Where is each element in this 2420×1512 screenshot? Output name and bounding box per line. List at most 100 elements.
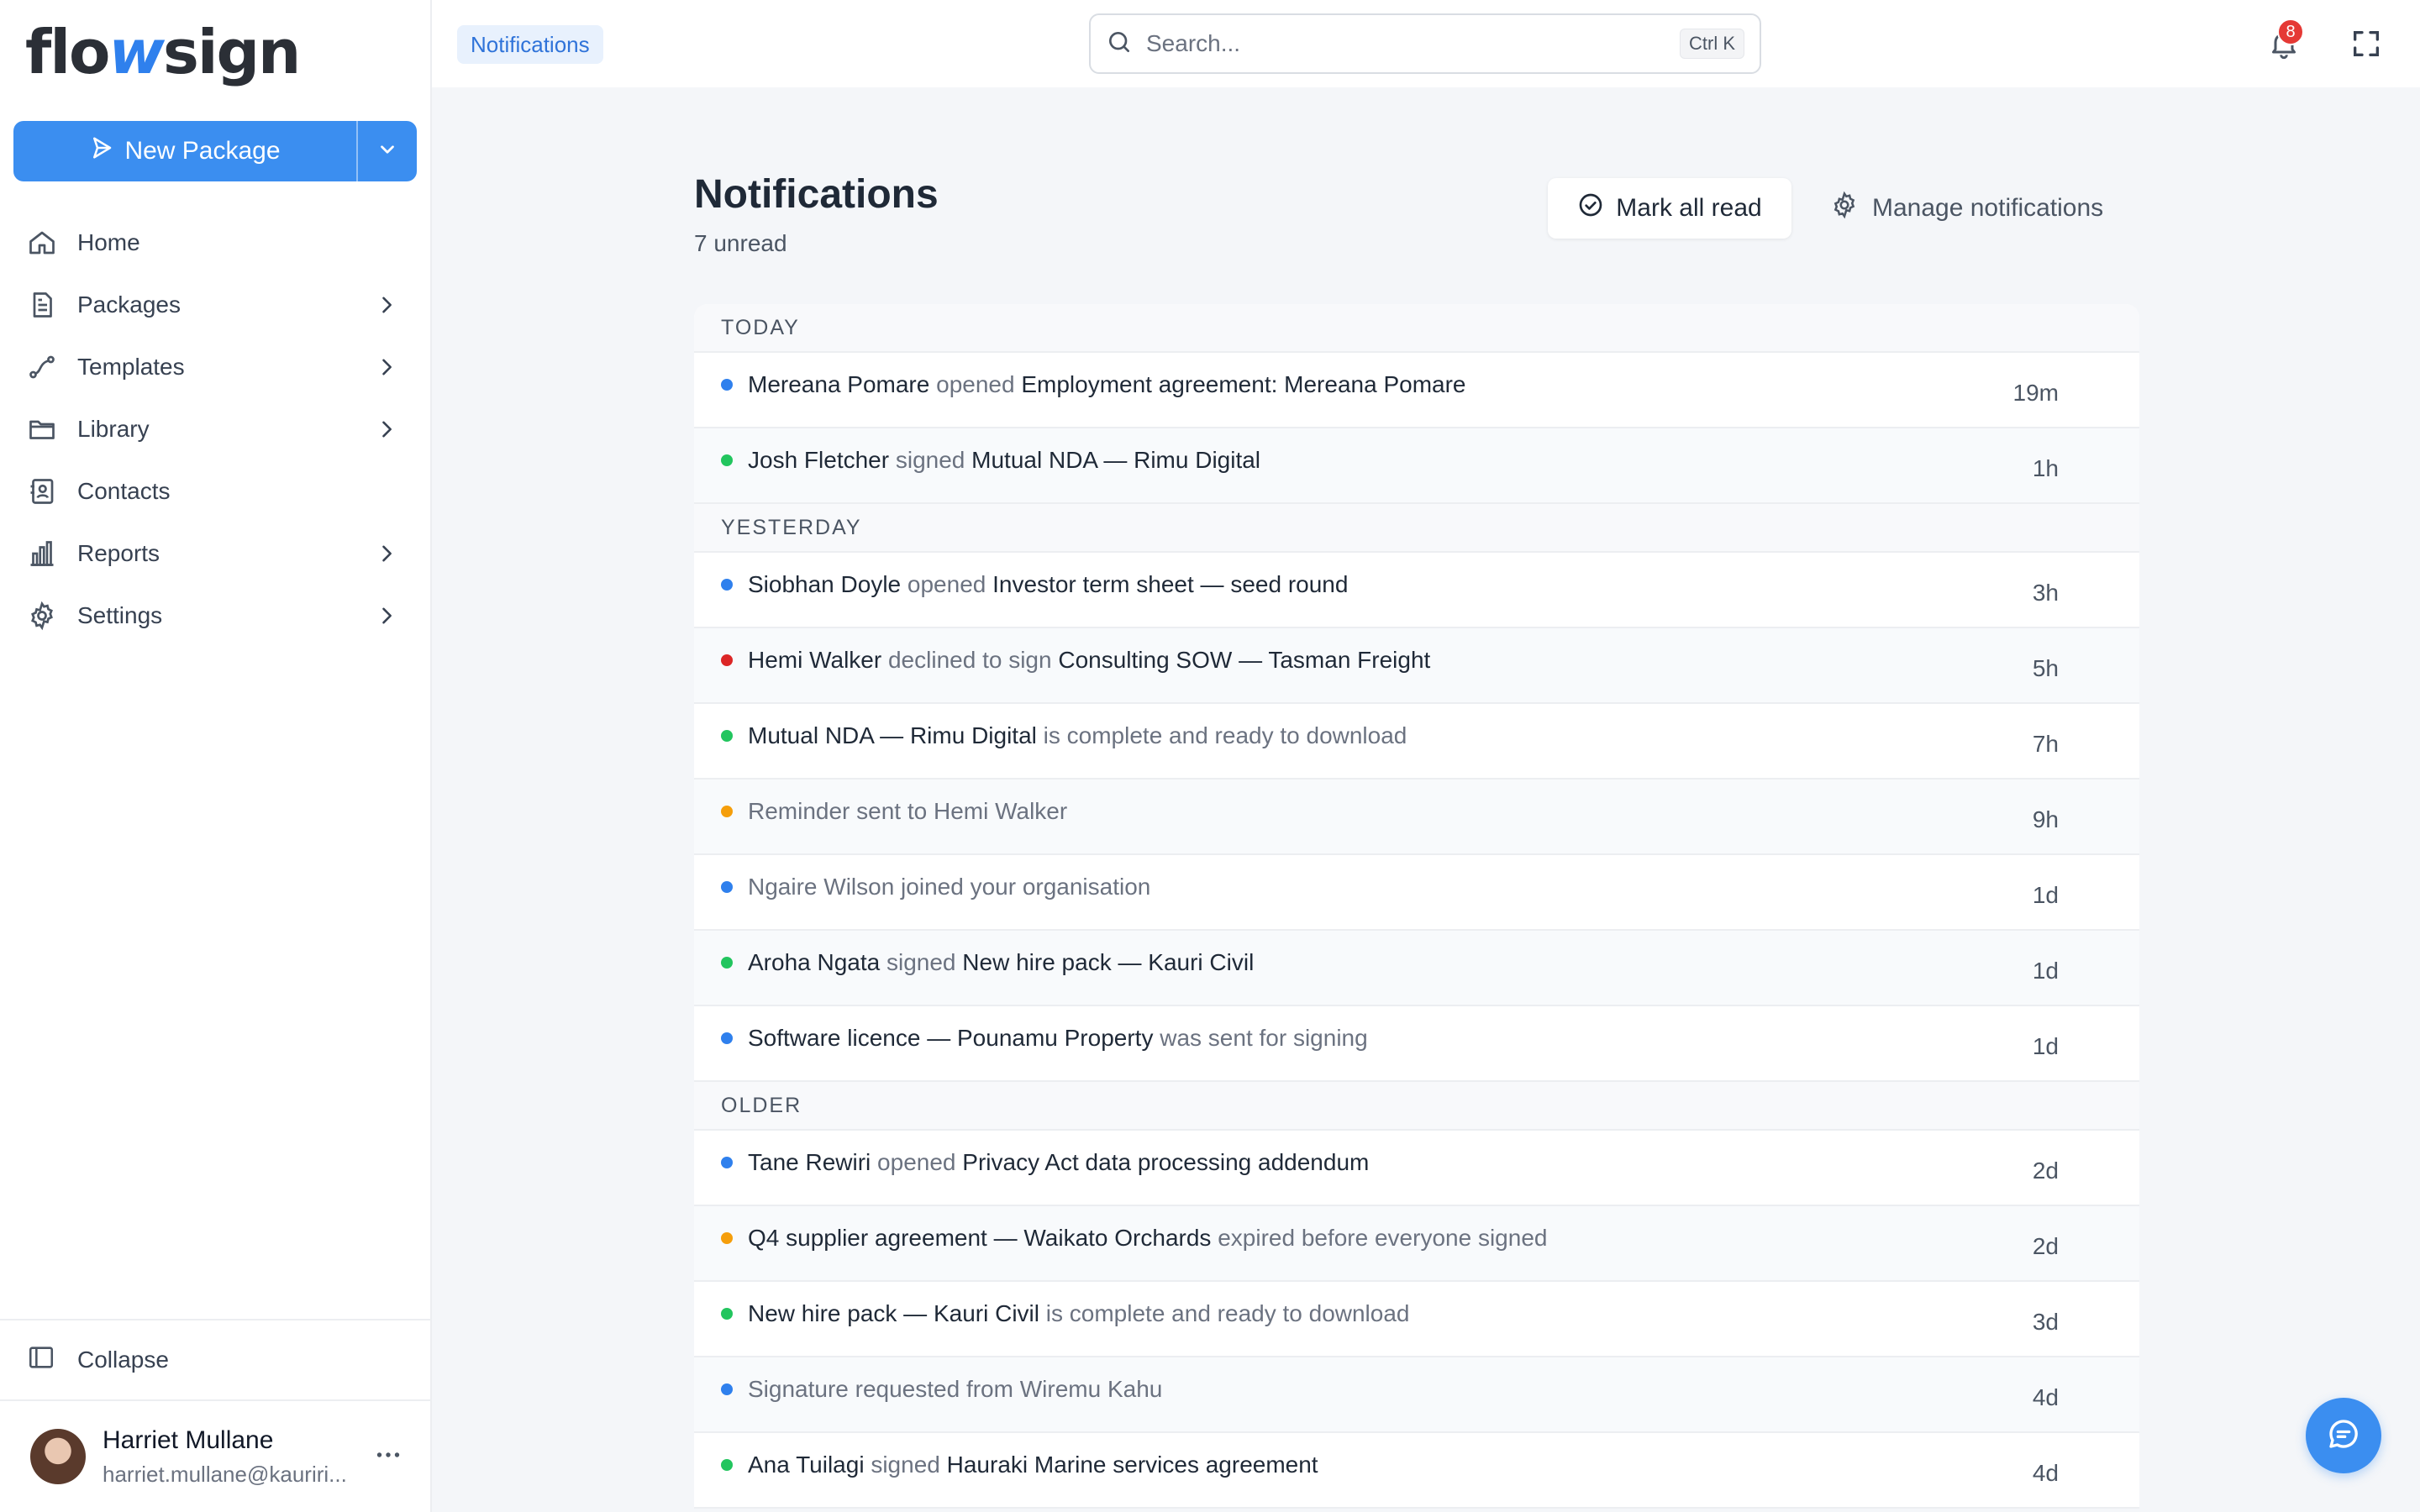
contacts-icon bbox=[27, 476, 57, 507]
group-header-older: OLDER bbox=[694, 1082, 2139, 1131]
notification-text: New hire pack — Kauri Civil is complete … bbox=[748, 1300, 2008, 1327]
status-dot bbox=[721, 1032, 733, 1044]
user-profile[interactable]: Harriet Mullane harriet.mullane@kauriri.… bbox=[0, 1399, 432, 1512]
notification-text-part: signed bbox=[889, 447, 972, 473]
sidebar-nav: Home Packages Templates Library Contacts Repo… bbox=[0, 212, 432, 647]
notification-text-part: Tane Rewiri bbox=[748, 1149, 871, 1175]
notification-text-part: Signature requested from Wiremu Kahu bbox=[748, 1376, 1163, 1402]
sidebar-item-label: Packages bbox=[77, 291, 181, 318]
status-dot bbox=[721, 1232, 733, 1244]
chat-bubble-icon bbox=[2327, 1417, 2360, 1455]
sidebar-item-templates[interactable]: Templates bbox=[0, 336, 432, 398]
chat-support-button[interactable] bbox=[2306, 1398, 2381, 1473]
mark-all-read-button[interactable]: Mark all read bbox=[1548, 178, 1791, 239]
sidebar-item-library[interactable]: Library bbox=[0, 398, 432, 460]
notification-row[interactable]: Q4 supplier agreement — Waikato Orchards… bbox=[694, 1206, 2139, 1282]
sidebar-item-settings[interactable]: Settings bbox=[0, 585, 432, 647]
notification-text-part: Q4 supplier agreement — Waikato Orchards bbox=[748, 1225, 1212, 1251]
flowsign-logo[interactable]: flowsign bbox=[25, 17, 301, 87]
collapse-sidebar-button[interactable]: Collapse bbox=[0, 1319, 432, 1399]
notification-text: Siobhan Doyle opened Investor term sheet… bbox=[748, 571, 2008, 598]
notification-row[interactable]: Aroha Ngata signed New hire pack — Kauri… bbox=[694, 931, 2139, 1006]
notification-text-part: Ana Tuilagi bbox=[748, 1452, 865, 1478]
new-package-label: New Package bbox=[124, 137, 281, 165]
notification-text-part: Mereana Pomare bbox=[748, 371, 930, 397]
logo-text-accent: w bbox=[108, 17, 165, 87]
search-input[interactable] bbox=[1146, 30, 1680, 57]
check-circle-icon bbox=[1577, 192, 1604, 225]
notification-time: 2d bbox=[2032, 1233, 2059, 1259]
notification-text-part: opened bbox=[901, 571, 993, 597]
gear-icon bbox=[1830, 191, 1859, 226]
notification-text: Software licence — Pounamu Property was … bbox=[748, 1025, 2008, 1052]
manage-notifications-label: Manage notifications bbox=[1872, 194, 2104, 222]
breadcrumb[interactable]: Notifications bbox=[457, 25, 603, 64]
send-icon bbox=[89, 135, 114, 167]
notification-row[interactable]: Josh Fletcher signed Mutual NDA — Rimu D… bbox=[694, 428, 2139, 504]
notification-text-part: was sent for signing bbox=[1153, 1025, 1368, 1051]
new-package-dropdown-button[interactable] bbox=[356, 121, 417, 181]
sidebar-item-label: Home bbox=[77, 229, 140, 255]
folder-icon bbox=[27, 414, 57, 444]
notification-time: 4d bbox=[2032, 1460, 2059, 1486]
notification-text-part: Software licence — Pounamu Property bbox=[748, 1025, 1154, 1051]
home-icon bbox=[27, 228, 57, 258]
status-dot bbox=[721, 881, 733, 893]
sidebar-item-contacts[interactable]: Contacts bbox=[0, 460, 432, 522]
notification-text-part: Mutual NDA — Rimu Digital bbox=[748, 722, 1037, 748]
notification-row[interactable]: New hire pack — Kauri Civil is complete … bbox=[694, 1282, 2139, 1357]
chevron-right-icon bbox=[375, 542, 398, 565]
notification-text-part: declined to sign bbox=[881, 647, 1059, 673]
status-dot bbox=[721, 1308, 733, 1320]
notification-text: Ana Tuilagi signed Hauraki Marine servic… bbox=[748, 1452, 2008, 1478]
notification-text: Signature requested from Wiremu Kahu bbox=[748, 1376, 2008, 1403]
notification-row[interactable]: Ngaire Wilson joined your organisation 1d bbox=[694, 855, 2139, 931]
notification-row[interactable]: Mutual NDA — Rimu Digital is complete an… bbox=[694, 704, 2139, 780]
chevron-down-icon bbox=[376, 139, 398, 165]
notification-text: Tane Rewiri opened Privacy Act data proc… bbox=[748, 1149, 2008, 1176]
notification-row[interactable]: Mereana Pomare opened Employment agreeme… bbox=[694, 353, 2139, 428]
notification-time: 2d bbox=[2032, 1158, 2059, 1184]
more-options-icon[interactable] bbox=[373, 1440, 407, 1474]
notification-text-part: Consulting SOW — Tasman Freight bbox=[1058, 647, 1431, 673]
notification-row[interactable]: Reminder sent to Hemi Walker 9h bbox=[694, 780, 2139, 855]
notification-group: Mereana Pomare opened Employment agreeme… bbox=[694, 353, 2139, 504]
avatar bbox=[30, 1429, 86, 1484]
notification-row[interactable]: Siobhan Doyle opened Investor term sheet… bbox=[694, 553, 2139, 628]
notification-text-part: signed bbox=[880, 949, 963, 975]
sidebar-item-label: Settings bbox=[77, 602, 163, 628]
notification-row[interactable]: Software licence — Pounamu Property was … bbox=[694, 1006, 2139, 1082]
notification-text-part: Siobhan Doyle bbox=[748, 571, 902, 597]
notification-row[interactable]: Ana Tuilagi signed Hauraki Marine servic… bbox=[694, 1433, 2139, 1509]
new-package-button[interactable]: New Package bbox=[13, 121, 356, 181]
notification-text: Josh Fletcher signed Mutual NDA — Rimu D… bbox=[748, 447, 2008, 474]
status-dot bbox=[721, 957, 733, 969]
notification-text-part: opened bbox=[871, 1149, 963, 1175]
notification-text-part: Reminder sent to Hemi Walker bbox=[748, 798, 1068, 824]
notification-text: Mereana Pomare opened Employment agreeme… bbox=[748, 371, 2008, 398]
notification-row[interactable]: Hemi Walker declined to sign Consulting … bbox=[694, 628, 2139, 704]
notification-text-part: expired before everyone signed bbox=[1211, 1225, 1548, 1251]
notification-row[interactable]: Signature requested from Wiremu Kahu 4d bbox=[694, 1357, 2139, 1433]
sidebar-item-home[interactable]: Home bbox=[0, 212, 432, 274]
notification-text-part: opened bbox=[929, 371, 1022, 397]
sidebar-item-reports[interactable]: Reports bbox=[0, 522, 432, 585]
fullscreen-icon[interactable] bbox=[2349, 27, 2383, 60]
notification-text-part: is complete and ready to download bbox=[1039, 1300, 1410, 1326]
manage-notifications-button[interactable]: Manage notifications bbox=[1830, 186, 2103, 230]
notification-list: TODAY Mereana Pomare opened Employment ag… bbox=[694, 304, 2139, 1509]
notification-text-part: Privacy Act data processing addendum bbox=[962, 1149, 1370, 1175]
notification-group: Tane Rewiri opened Privacy Act data proc… bbox=[694, 1131, 2139, 1509]
notification-text-part: Mutual NDA — Rimu Digital bbox=[971, 447, 1261, 473]
group-header-yesterday: YESTERDAY bbox=[694, 504, 2139, 553]
page-title: Notifications bbox=[694, 172, 939, 217]
sidebar-item-packages[interactable]: Packages bbox=[0, 274, 432, 336]
new-package-split-button: New Package bbox=[13, 121, 417, 181]
notification-time: 1d bbox=[2032, 1033, 2059, 1059]
notification-row[interactable]: Tane Rewiri opened Privacy Act data proc… bbox=[694, 1131, 2139, 1206]
notification-time: 9h bbox=[2032, 806, 2059, 832]
user-name: Harriet Mullane bbox=[103, 1425, 274, 1454]
notification-text-part: Investor term sheet — seed round bbox=[992, 571, 1349, 597]
chevron-right-icon bbox=[375, 417, 398, 441]
search-box: Ctrl K bbox=[1089, 13, 1761, 74]
